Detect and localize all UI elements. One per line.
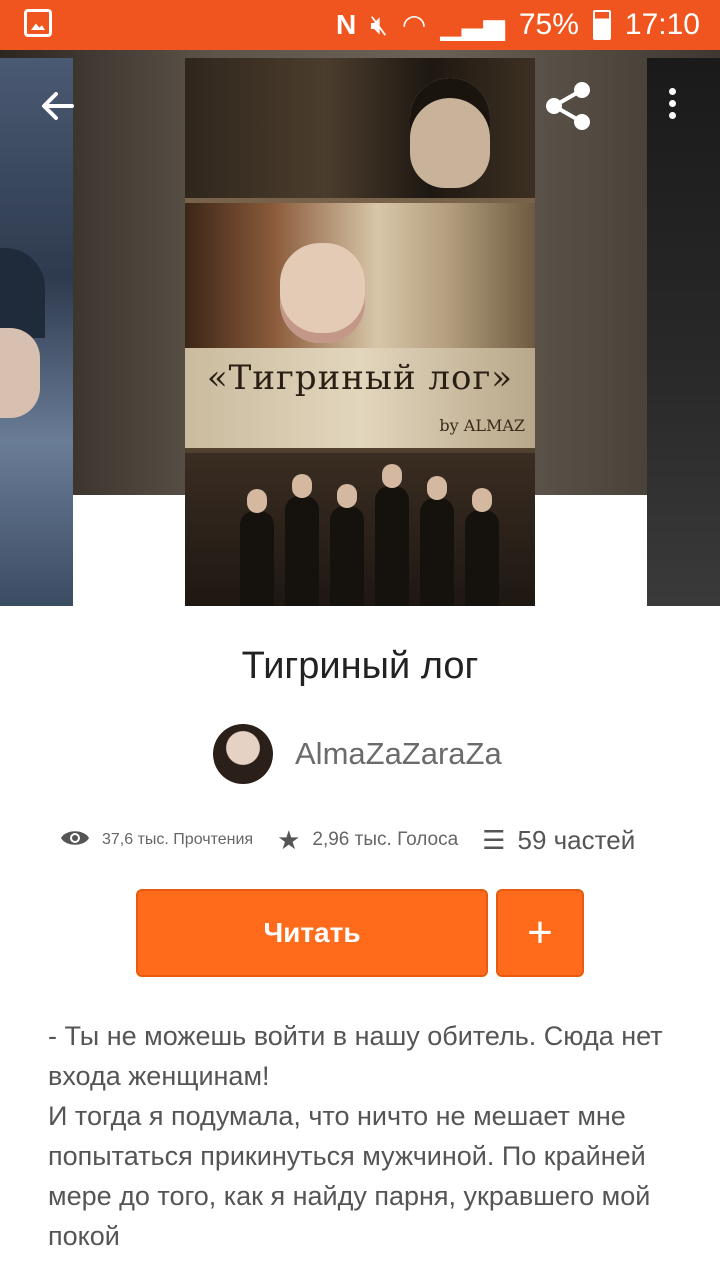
parts-count: 59 частей <box>517 824 636 855</box>
story-title: Тигриный лог <box>241 645 479 687</box>
star-icon: ★ <box>277 824 301 855</box>
share-button[interactable] <box>540 78 596 134</box>
share-icon <box>546 82 590 130</box>
eye-icon <box>60 825 90 856</box>
more-options-button[interactable] <box>662 84 682 128</box>
reads-count: 37,6 тыс. Прочтения <box>102 831 254 848</box>
back-button[interactable] <box>36 84 80 128</box>
previous-story-cover[interactable] <box>0 58 73 606</box>
more-vertical-icon <box>662 88 682 119</box>
mute-icon: 🔇︎ <box>370 9 388 40</box>
gallery-icon <box>24 9 52 37</box>
next-story-cover[interactable] <box>647 58 720 606</box>
votes-count: 2,96 тыс. Голоса <box>312 829 459 850</box>
arrow-left-icon <box>42 92 74 120</box>
cover-byline-art: by ALMAZ <box>439 416 525 435</box>
signal-icon: ▁▃▅ <box>440 9 505 40</box>
description-paragraph: - Ты не можешь войти в нашу обитель. Сюд… <box>48 1021 663 1091</box>
story-description: - Ты не можешь войти в нашу обитель. Сюд… <box>48 1016 678 1256</box>
list-icon: ☰ <box>482 824 506 855</box>
votes-stat: ★ 2,96 тыс. Голоса <box>277 825 458 856</box>
n-icon: N <box>335 9 357 40</box>
reads-stat: 37,6 тыс. Прочтения <box>60 825 253 856</box>
battery-icon <box>592 10 611 40</box>
author-avatar <box>213 724 273 784</box>
add-to-library-button[interactable]: + <box>496 889 584 977</box>
read-button[interactable]: Читать <box>136 889 488 977</box>
author-link[interactable]: AlmaZaZaraZa <box>213 724 502 784</box>
story-cover[interactable]: «Тигриный лог» by ALMAZ <box>185 58 535 606</box>
description-paragraph: И тогда я подумала, что ничто не мешает … <box>48 1101 651 1251</box>
parts-stat[interactable]: ☰ 59 частей <box>482 825 635 856</box>
clock: 17:10 <box>624 8 700 41</box>
wifi-icon: ◠ <box>401 9 427 40</box>
status-bar: N 🔇︎ ◠ ▁▃▅ 75% 17:10 <box>0 0 720 50</box>
battery-level: 75% <box>518 8 579 41</box>
author-name: AlmaZaZaraZa <box>295 736 502 771</box>
story-stats: 37,6 тыс. Прочтения ★ 2,96 тыс. Голоса ☰… <box>60 818 670 862</box>
cover-title-art: «Тигриный лог» <box>206 358 514 398</box>
